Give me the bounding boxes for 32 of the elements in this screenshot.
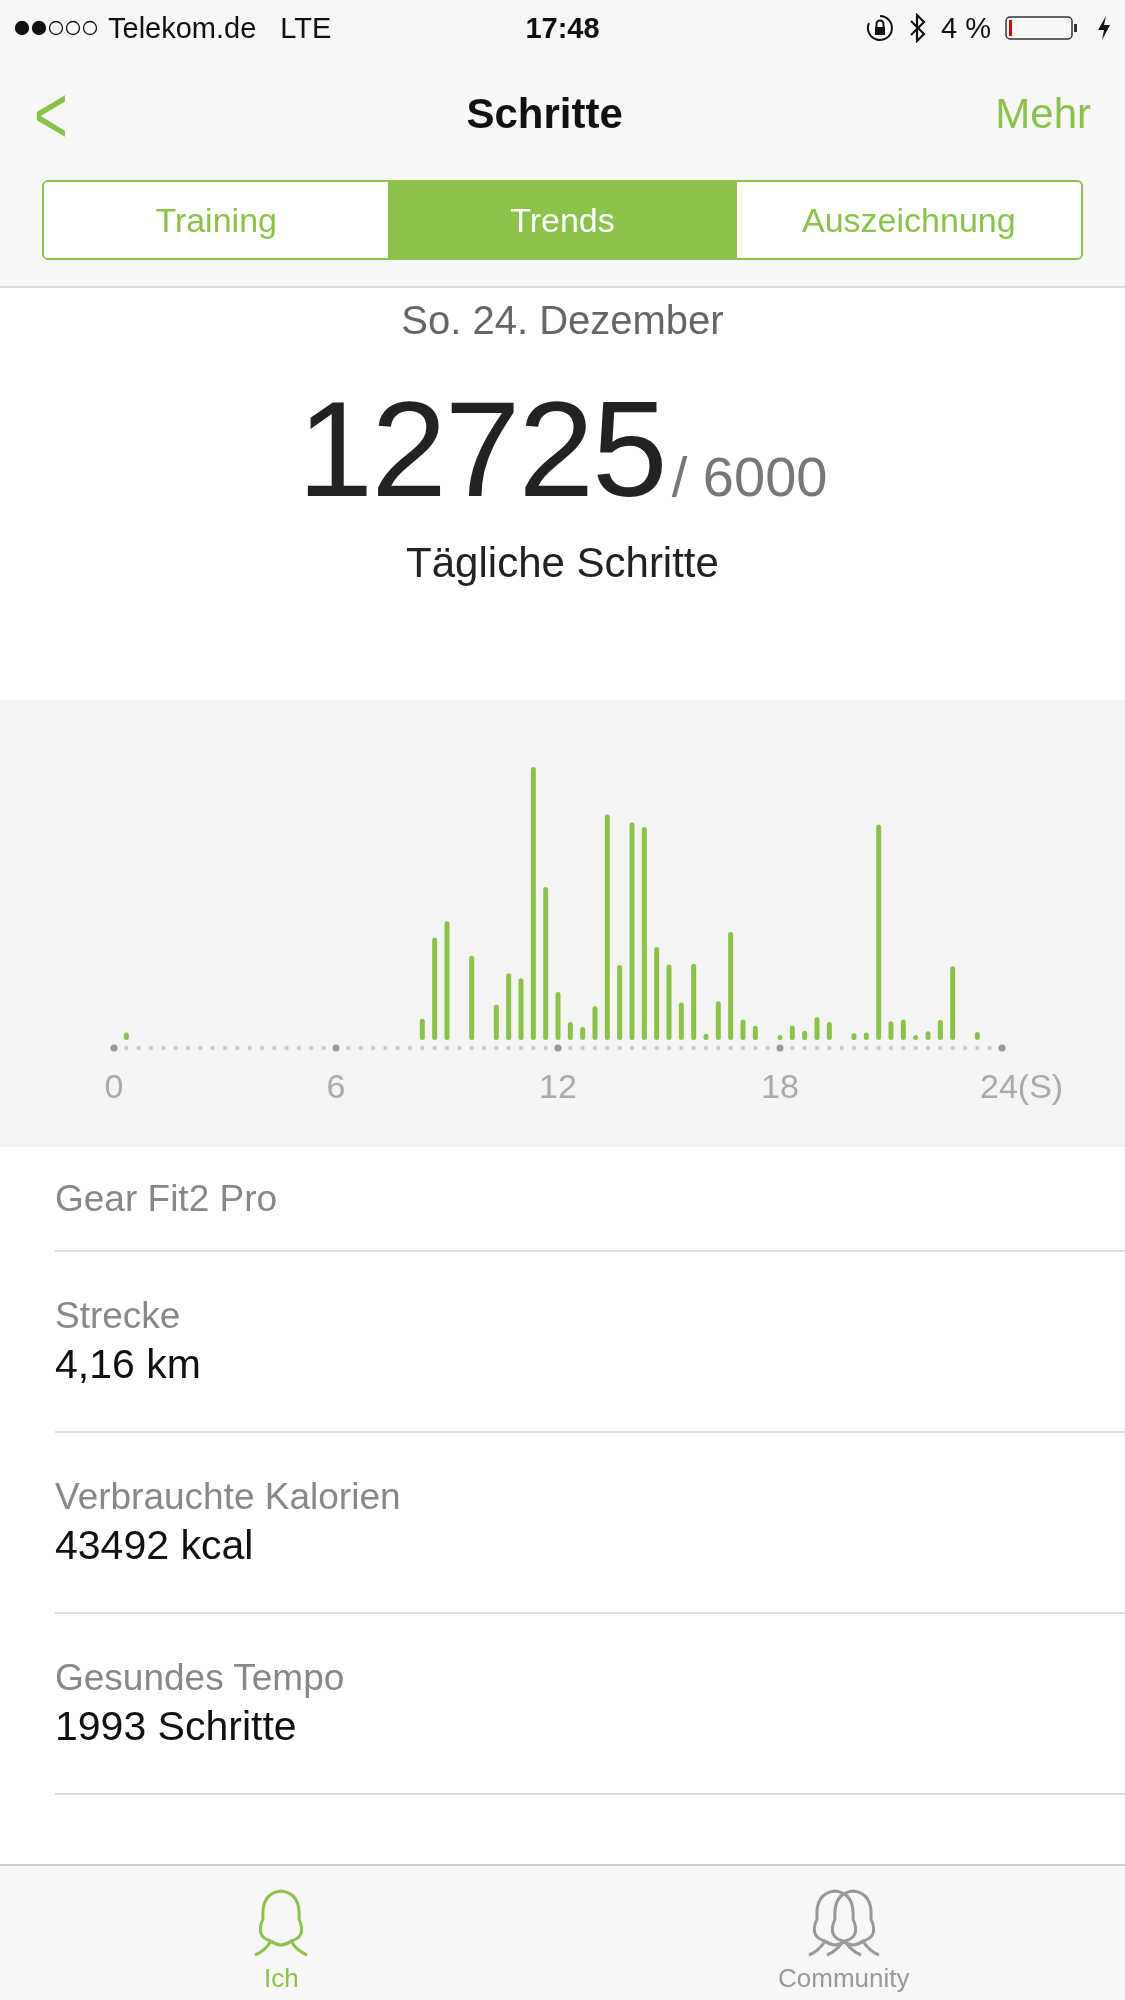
step-goal: / 6000	[671, 444, 828, 509]
axis-label: 0	[104, 1067, 124, 1105]
clock: 17:48	[525, 11, 600, 45]
segment-tab[interactable]: Training	[44, 182, 389, 258]
more-button[interactable]: Mehr	[995, 90, 1091, 138]
segment-tab[interactable]: Trends	[388, 182, 735, 258]
device-name: Gear Fit2 Pro	[55, 1147, 1125, 1252]
tab-bar-item[interactable]: Ich	[0, 1866, 563, 2000]
rotation-lock-icon	[865, 13, 896, 43]
stat-label: Gesundes Tempo	[55, 1657, 346, 1699]
tab-bar-item[interactable]: Community	[562, 1866, 1125, 2000]
stat-value: 43492 kcal	[55, 1522, 255, 1569]
axis-label: 12	[539, 1067, 577, 1105]
page-title: Schritte	[466, 90, 623, 138]
battery-percent: 4 %	[941, 11, 991, 45]
stat-value: 1993 Schritte	[55, 1703, 298, 1750]
signal-icon	[14, 20, 98, 36]
bluetooth-icon	[909, 13, 928, 43]
axis-label: 6	[326, 1067, 346, 1105]
date-label: So. 24. Dezember	[401, 298, 724, 343]
axis-label: 24(S)	[980, 1067, 1064, 1105]
network-type: LTE	[280, 11, 332, 45]
segment-tab[interactable]: Auszeichnung	[734, 182, 1081, 258]
stat-label: Strecke	[55, 1295, 182, 1337]
charging-icon	[1097, 15, 1111, 41]
back-button[interactable]: <	[34, 67, 94, 161]
carrier-name: Telekom.de	[108, 11, 257, 45]
steps-caption: Tägliche Schritte	[406, 539, 719, 587]
stat-value: 4,16 km	[55, 1341, 202, 1388]
step-count: 12725	[297, 372, 666, 527]
axis-label: 18	[761, 1067, 799, 1105]
stat-label: Verbrauchte Kalorien	[55, 1476, 402, 1518]
